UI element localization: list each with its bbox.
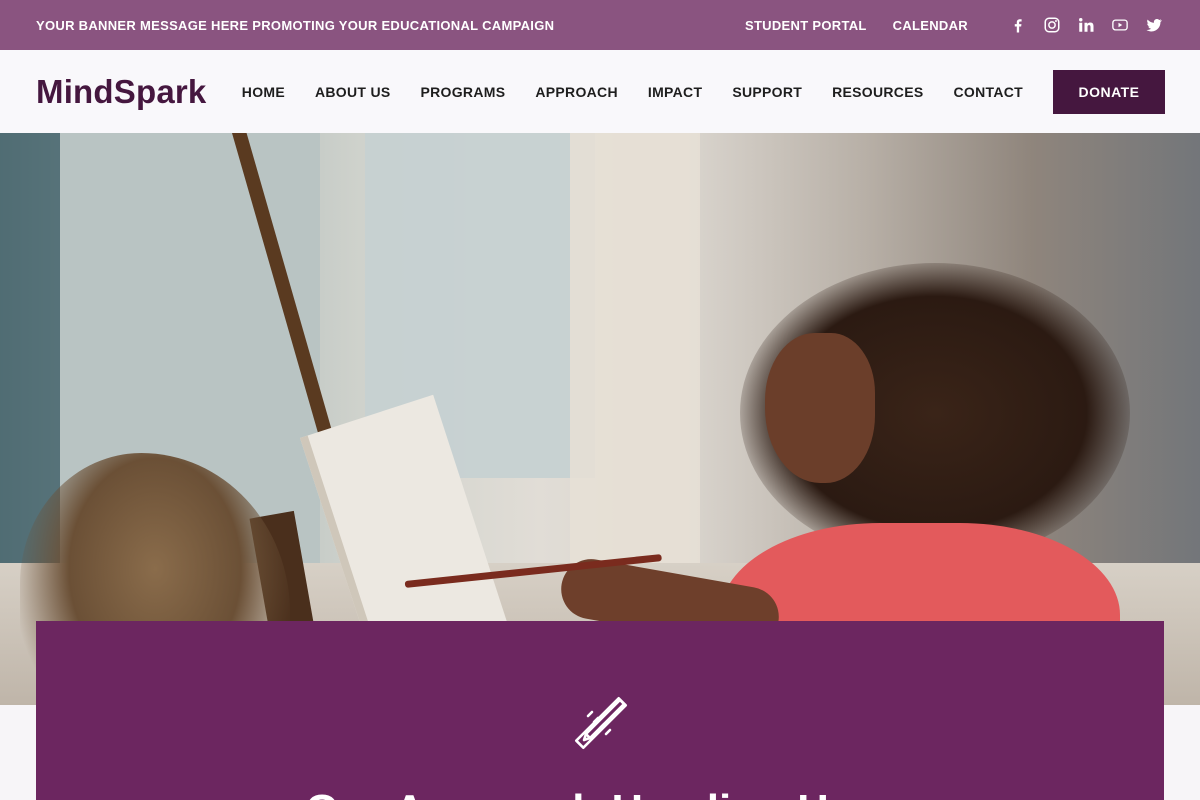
twitter-icon[interactable] [1144,15,1164,35]
nav-impact[interactable]: IMPACT [648,84,702,100]
linkedin-icon[interactable] [1076,15,1096,35]
nav-approach[interactable]: APPROACH [535,84,618,100]
donate-button[interactable]: DONATE [1053,69,1165,114]
nav-support[interactable]: SUPPORT [732,84,802,100]
main-nav: HOME ABOUT US PROGRAMS APPROACH IMPACT S… [242,69,1165,114]
site-header: MindSpark HOME ABOUT US PROGRAMS APPROAC… [0,50,1200,133]
child-figure [765,333,875,483]
nav-contact[interactable]: CONTACT [954,84,1024,100]
youtube-icon[interactable] [1110,15,1130,35]
nav-about-us[interactable]: ABOUT US [315,84,391,100]
calendar-link[interactable]: CALENDAR [893,18,968,33]
top-banner: YOUR BANNER MESSAGE HERE PROMOTING YOUR … [0,0,1200,50]
banner-message: YOUR BANNER MESSAGE HERE PROMOTING YOUR … [36,17,555,33]
student-portal-link[interactable]: STUDENT PORTAL [745,18,867,33]
approach-card: Our Approach Heading Here [36,621,1164,800]
nav-resources[interactable]: RESOURCES [832,84,923,100]
nav-home[interactable]: HOME [242,84,285,100]
instagram-icon[interactable] [1042,15,1062,35]
pencil-ruler-icon [574,696,628,750]
facebook-icon[interactable] [1008,15,1028,35]
site-logo[interactable]: MindSpark [36,73,207,111]
section-heading: Our Approach Heading Here [36,786,1164,800]
hero-image [0,133,1200,705]
nav-programs[interactable]: PROGRAMS [421,84,506,100]
top-banner-right: STUDENT PORTAL CALENDAR [719,15,1164,35]
social-links [994,15,1164,35]
